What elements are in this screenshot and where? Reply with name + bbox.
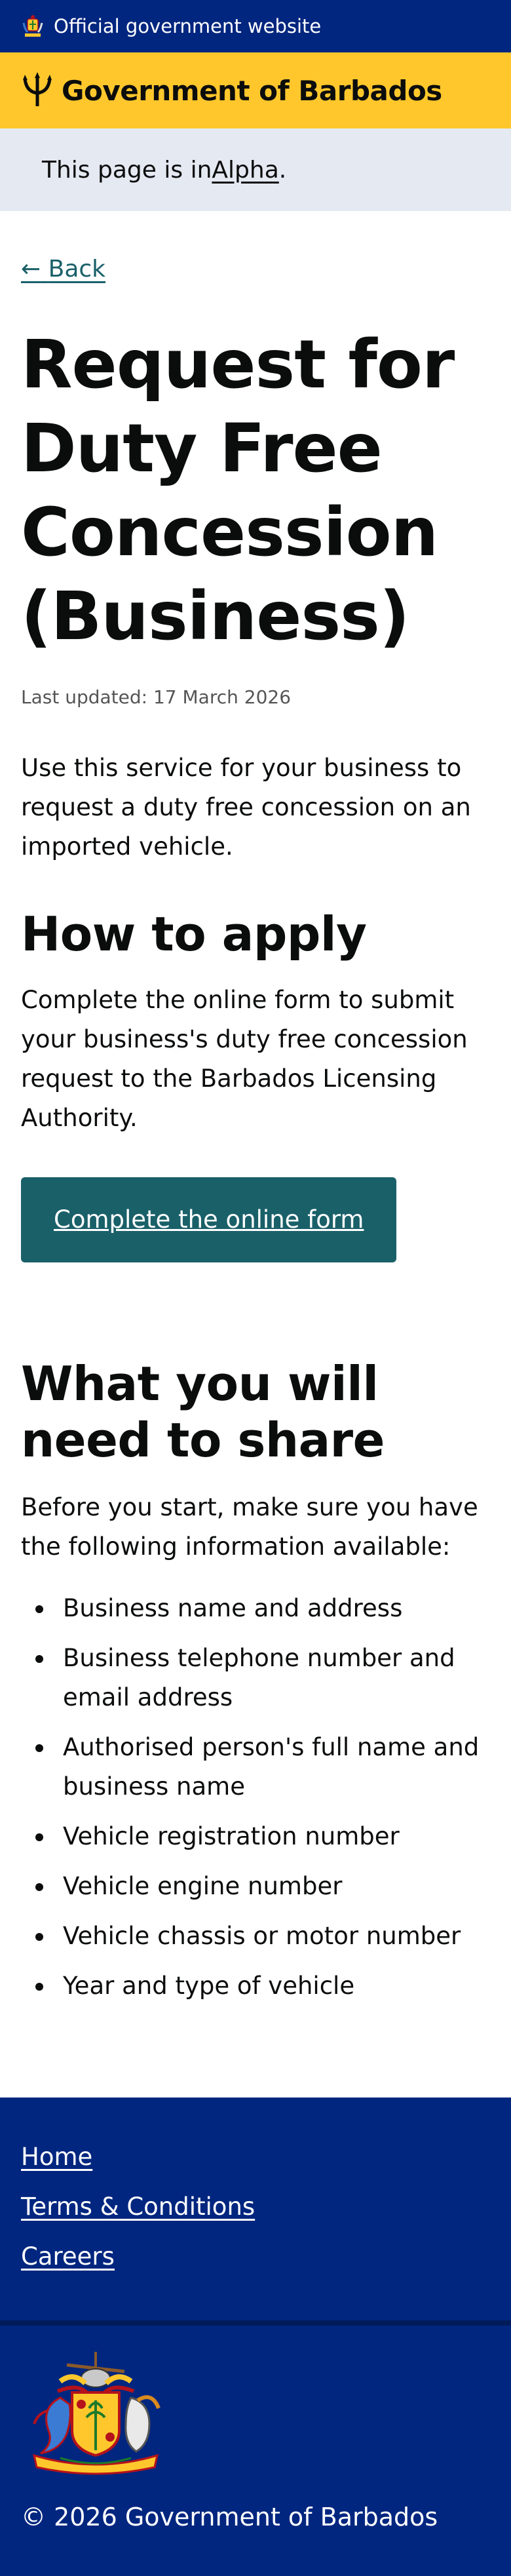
phase-prefix: This page is in — [42, 156, 212, 184]
official-banner: Official government website — [0, 0, 511, 52]
footer-link-careers[interactable]: Careers — [21, 2243, 490, 2271]
copyright: © 2026 Government of Barbados — [21, 2503, 438, 2531]
what-to-share-text: Before you start, make sure you have the… — [21, 1493, 478, 1561]
how-to-apply-text: Complete the online form to submit your … — [21, 986, 468, 1132]
list-item: Vehicle registration number — [21, 1817, 490, 1856]
complete-online-form-button[interactable]: Complete the online form — [21, 1177, 397, 1262]
footer-base: © 2026 Government of Barbados — [0, 2320, 511, 2576]
coat-of-arms-icon — [22, 15, 43, 37]
requirements-list: Business name and address Business telep… — [21, 1589, 490, 2006]
list-item: Business telephone number and email addr… — [21, 1639, 490, 1717]
phase-suffix: . — [278, 156, 287, 184]
arrow-left-icon: ← — [21, 256, 41, 283]
list-item: Vehicle engine number — [21, 1867, 490, 1906]
footer-nav: Home Terms & Conditions Careers — [0, 2098, 511, 2320]
list-item: Year and type of vehicle — [21, 1966, 490, 2006]
brand-name: Government of Barbados — [62, 74, 442, 107]
footer-link-home[interactable]: Home — [21, 2143, 490, 2171]
list-item: Authorised person's full name and busine… — [21, 1728, 490, 1806]
brand-bar[interactable]: Government of Barbados — [0, 52, 511, 128]
official-banner-text: Official government website — [54, 15, 322, 37]
coat-of-arms-icon — [32, 2352, 161, 2475]
how-to-apply-heading: How to apply — [21, 907, 367, 962]
page-title: Request for Duty Free Concession (Busine… — [21, 326, 455, 655]
phase-banner: This page is in Alpha. — [0, 128, 511, 211]
site-header: Official government website Government o… — [0, 0, 511, 211]
what-to-share-heading: What you will need to share — [21, 1356, 385, 1468]
intro-text: Use this service for your business to re… — [21, 754, 471, 861]
phase-link[interactable]: Alpha — [212, 157, 278, 184]
list-item: Business name and address — [21, 1589, 490, 1628]
back-link[interactable]: ← Back — [21, 256, 105, 283]
list-item: Vehicle chassis or motor number — [21, 1917, 490, 1956]
last-updated: Last updated: 17 March 2026 — [21, 686, 292, 708]
footer-link-terms[interactable]: Terms & Conditions — [21, 2193, 490, 2221]
main-content: ← Back Request for Duty Free Concession … — [0, 211, 511, 2006]
trident-icon — [23, 72, 52, 106]
back-link-label: Back — [48, 256, 106, 283]
